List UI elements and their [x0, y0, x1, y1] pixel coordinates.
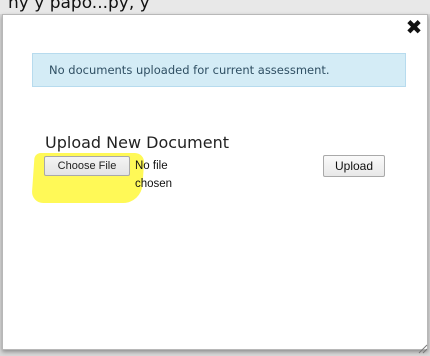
- upload-button[interactable]: Upload: [323, 155, 385, 177]
- info-banner: No documents uploaded for current assess…: [32, 53, 406, 87]
- background-page: ny y papo...py, y: [0, 0, 430, 14]
- resize-grip-icon[interactable]: [416, 342, 428, 354]
- section-title: Upload New Document: [45, 133, 230, 152]
- file-status-text: No file chosen: [135, 160, 173, 190]
- choose-file-button[interactable]: Choose File: [44, 156, 130, 176]
- background-page-text: ny y papo...py, y: [8, 0, 150, 13]
- close-icon[interactable]: ✖: [405, 17, 423, 37]
